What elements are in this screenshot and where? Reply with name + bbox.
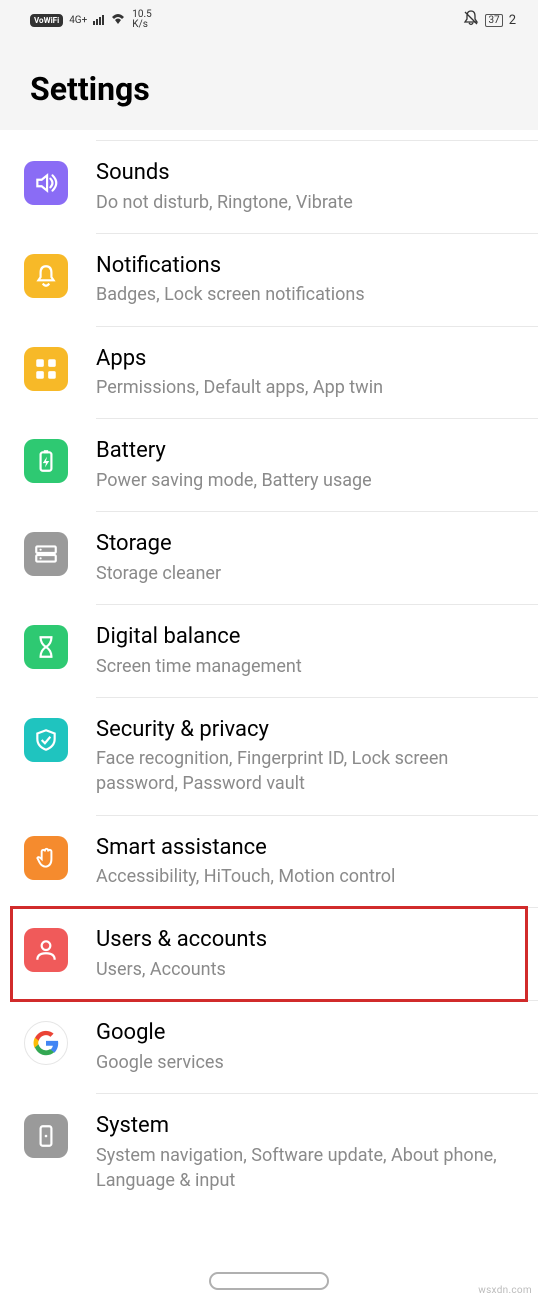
user-icon (24, 928, 68, 972)
item-subtitle: Google services (96, 1050, 520, 1075)
battery-indicator: 37 (485, 14, 502, 27)
settings-item-notifications[interactable]: NotificationsBadges, Lock screen notific… (0, 234, 538, 326)
settings-item-apps[interactable]: AppsPermissions, Default apps, App twin (0, 327, 538, 419)
settings-item-google[interactable]: GoogleGoogle services (0, 1001, 538, 1093)
google-icon (24, 1021, 68, 1065)
sound-icon (24, 161, 68, 205)
battery-extra: 2 (509, 13, 516, 28)
battery-icon (24, 439, 68, 483)
hourglass-icon (24, 625, 68, 669)
settings-item-sounds[interactable]: SoundsDo not disturb, Ringtone, Vibrate (0, 141, 538, 233)
do-not-disturb-icon (463, 10, 479, 30)
bell-icon (24, 254, 68, 298)
network-label: 4G+ (69, 15, 87, 26)
item-subtitle: Accessibility, HiTouch, Motion control (96, 864, 520, 889)
settings-item-security-privacy[interactable]: Security & privacyFace recognition, Fing… (0, 698, 538, 815)
status-bar: VoWiFi 4G+ 10.5K/s 37 2 (0, 0, 538, 40)
settings-item-smart-assistance[interactable]: Smart assistanceAccessibility, HiTouch, … (0, 816, 538, 908)
item-subtitle: Badges, Lock screen notifications (96, 282, 520, 307)
speed-indicator: 10.5K/s (132, 10, 152, 30)
settings-list: SoundsDo not disturb, Ringtone, VibrateN… (0, 130, 538, 1211)
settings-item-users-accounts[interactable]: Users & accountsUsers, Accounts (0, 908, 538, 1000)
item-title: System (96, 1112, 520, 1141)
settings-item-storage[interactable]: StorageStorage cleaner (0, 512, 538, 604)
item-subtitle: Face recognition, Fingerprint ID, Lock s… (96, 746, 520, 796)
item-subtitle: System navigation, Software update, Abou… (96, 1143, 520, 1193)
page-title: Settings (30, 70, 508, 108)
item-subtitle: Storage cleaner (96, 561, 520, 586)
settings-item-system[interactable]: SystemSystem navigation, Software update… (0, 1094, 538, 1211)
item-subtitle: Users, Accounts (96, 957, 520, 982)
watermark: wsxdn.com (478, 1285, 532, 1296)
item-title: Security & privacy (96, 716, 520, 745)
signal-icon (93, 15, 104, 25)
item-title: Google (96, 1019, 520, 1048)
item-subtitle: Permissions, Default apps, App twin (96, 375, 520, 400)
item-subtitle: Do not disturb, Ringtone, Vibrate (96, 190, 520, 215)
item-title: Storage (96, 530, 520, 559)
wifi-icon (110, 12, 126, 28)
item-title: Digital balance (96, 623, 520, 652)
item-title: Sounds (96, 159, 520, 188)
page-header: Settings (0, 40, 538, 130)
item-title: Notifications (96, 252, 520, 281)
item-title: Users & accounts (96, 926, 520, 955)
apps-icon (24, 347, 68, 391)
shield-icon (24, 718, 68, 762)
settings-item-battery[interactable]: BatteryPower saving mode, Battery usage (0, 419, 538, 511)
item-title: Battery (96, 437, 520, 466)
gesture-nav-bar[interactable] (0, 1272, 538, 1290)
vowifi-badge: VoWiFi (30, 14, 63, 27)
settings-item-digital-balance[interactable]: Digital balanceScreen time management (0, 605, 538, 697)
storage-icon (24, 532, 68, 576)
hand-icon (24, 836, 68, 880)
item-subtitle: Screen time management (96, 654, 520, 679)
item-title: Smart assistance (96, 834, 520, 863)
item-title: Apps (96, 345, 520, 374)
item-subtitle: Power saving mode, Battery usage (96, 468, 520, 493)
cutoff-row (96, 130, 538, 141)
system-icon (24, 1114, 68, 1158)
